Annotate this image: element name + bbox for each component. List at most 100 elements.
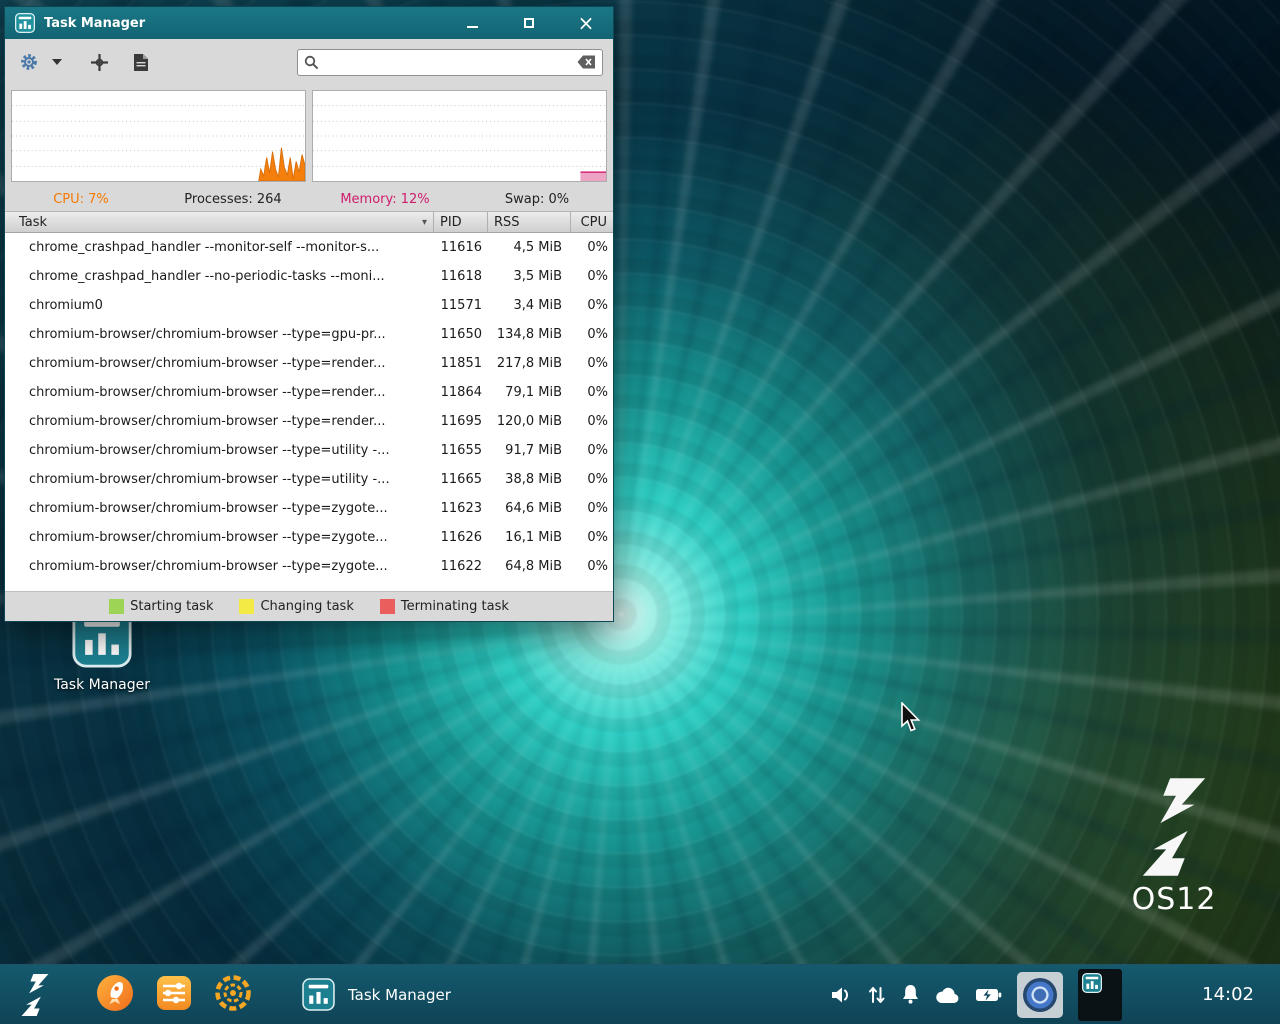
os-logo-icon — [18, 974, 52, 1016]
cell-cpu: 0% — [570, 414, 613, 429]
table-row[interactable]: chromium-browser/chromium-browser --type… — [5, 378, 613, 407]
tray-chromium-button[interactable] — [1017, 972, 1063, 1018]
search-input[interactable] — [325, 55, 571, 70]
task-manager-mini-icon — [1082, 973, 1102, 993]
cell-task: chromium-browser/chromium-browser --type… — [5, 385, 433, 400]
column-header-task[interactable]: Task ▾ — [5, 212, 433, 232]
cpu-graph — [11, 90, 306, 182]
cell-rss: 64,8 MiB — [487, 559, 570, 574]
document-icon — [133, 53, 149, 72]
network-traffic-button[interactable] — [867, 985, 886, 1005]
cell-rss: 4,5 MiB — [487, 240, 570, 255]
table-row[interactable]: chromium-browser/chromium-browser --type… — [5, 320, 613, 349]
column-header-rss[interactable]: RSS — [487, 212, 570, 232]
desktop[interactable]: OS12 Task Manager Task Manager — [0, 0, 1280, 1024]
cell-task: chrome_crashpad_handler --monitor-self -… — [5, 240, 433, 255]
cell-task: chromium0 — [5, 298, 433, 313]
launcher-settings-button[interactable] — [155, 974, 193, 1016]
stats-row: CPU: 7%Processes: 264Memory: 12%Swap: 0% — [5, 187, 613, 211]
titlebar[interactable]: Task Manager × — [5, 7, 613, 39]
cell-task: chromium-browser/chromium-browser --type… — [5, 356, 433, 371]
battery-charging-icon — [975, 986, 1002, 1004]
taskbar-window-button-task-manager[interactable]: Task Manager — [292, 974, 461, 1015]
cell-pid: 11623 — [433, 501, 487, 516]
search-icon — [304, 55, 319, 70]
cell-rss: 91,7 MiB — [487, 443, 570, 458]
table-row[interactable]: chromium-browser/chromium-browser --type… — [5, 349, 613, 378]
legend-swatch — [380, 599, 395, 614]
launcher-rocket-button[interactable] — [96, 974, 134, 1016]
cloud-sync-button[interactable] — [935, 986, 960, 1004]
cell-pid: 11650 — [433, 327, 487, 342]
table-header: Task ▾ PID RSS CPU — [5, 211, 613, 233]
bell-icon — [901, 984, 920, 1005]
taskbar-window-button-label: Task Manager — [348, 986, 451, 1004]
table-row[interactable]: chromium-browser/chromium-browser --type… — [5, 407, 613, 436]
cell-pid: 11864 — [433, 385, 487, 400]
cell-cpu: 0% — [570, 356, 613, 371]
table-row[interactable]: chromium-browser/chromium-browser --type… — [5, 523, 613, 552]
stat-item: Processes: 264 — [157, 192, 309, 207]
memory-graph — [312, 90, 607, 182]
cell-rss: 3,4 MiB — [487, 298, 570, 313]
desktop-icon-label: Task Manager — [52, 677, 152, 693]
close-button[interactable]: × — [569, 11, 603, 35]
launcher-appwheel-button[interactable] — [214, 974, 252, 1016]
clear-search-icon[interactable] — [577, 55, 596, 69]
legend-label: Starting task — [130, 599, 213, 614]
window-title: Task Manager — [44, 16, 145, 31]
cell-rss: 38,8 MiB — [487, 472, 570, 487]
cell-cpu: 0% — [570, 269, 613, 284]
table-row[interactable]: chrome_crashpad_handler --monitor-self -… — [5, 233, 613, 262]
legend-item: Changing task — [239, 599, 353, 614]
column-header-cpu[interactable]: CPU — [570, 212, 613, 232]
os12-logo-icon — [1135, 778, 1213, 876]
notifications-button[interactable] — [901, 984, 920, 1005]
table-row[interactable]: chromium-browser/chromium-browser --type… — [5, 465, 613, 494]
crosshair-icon — [90, 53, 109, 72]
settings-button[interactable] — [15, 47, 43, 77]
cell-rss: 16,1 MiB — [487, 530, 570, 545]
cell-cpu: 0% — [570, 472, 613, 487]
close-icon: × — [578, 13, 595, 33]
cell-cpu: 0% — [570, 240, 613, 255]
table-row[interactable]: chrome_crashpad_handler --no-periodic-ta… — [5, 262, 613, 291]
battery-button[interactable] — [975, 986, 1002, 1004]
table-row[interactable]: chromium-browser/chromium-browser --type… — [5, 552, 613, 581]
legend-swatch — [239, 599, 254, 614]
cell-task: chromium-browser/chromium-browser --type… — [5, 443, 433, 458]
cell-task: chrome_crashpad_handler --no-periodic-ta… — [5, 269, 433, 284]
stat-item: Swap: 0% — [461, 192, 613, 207]
table-row[interactable]: chromium-browser/chromium-browser --type… — [5, 494, 613, 523]
cell-task: chromium-browser/chromium-browser --type… — [5, 530, 433, 545]
table-row[interactable]: chromium-browser/chromium-browser --type… — [5, 436, 613, 465]
volume-button[interactable] — [830, 985, 852, 1005]
os12-logo: OS12 — [1122, 778, 1226, 917]
legend-item: Terminating task — [380, 599, 509, 614]
cell-task: chromium-browser/chromium-browser --type… — [5, 501, 433, 516]
legend-swatch — [109, 599, 124, 614]
column-header-pid[interactable]: PID — [433, 212, 487, 232]
app-wheel-icon — [214, 974, 252, 1012]
cell-rss: 134,8 MiB — [487, 327, 570, 342]
mouse-cursor — [900, 702, 923, 733]
cell-pid: 11695 — [433, 414, 487, 429]
settings-dropdown-button[interactable] — [43, 47, 71, 77]
cell-pid: 11622 — [433, 559, 487, 574]
cell-task: chromium-browser/chromium-browser --type… — [5, 472, 433, 487]
minimize-button[interactable] — [455, 11, 489, 35]
maximize-icon — [524, 18, 534, 28]
tray-task-manager-mini-button[interactable] — [1078, 969, 1122, 1021]
taskbar-os-logo-button[interactable] — [18, 974, 52, 1016]
clock[interactable]: 14:02 — [1202, 984, 1254, 1005]
cell-rss: 217,8 MiB — [487, 356, 570, 371]
table-row[interactable]: chromium0 11571 3,4 MiB 0% — [5, 291, 613, 320]
process-list-button[interactable] — [127, 47, 155, 77]
maximize-button[interactable] — [512, 11, 546, 35]
process-table: chrome_crashpad_handler --monitor-self -… — [5, 233, 613, 591]
search-box — [297, 49, 603, 76]
sort-indicator-icon: ▾ — [422, 217, 427, 228]
pick-process-button[interactable] — [85, 47, 113, 77]
cell-pid: 11851 — [433, 356, 487, 371]
chromium-icon — [1022, 977, 1058, 1013]
